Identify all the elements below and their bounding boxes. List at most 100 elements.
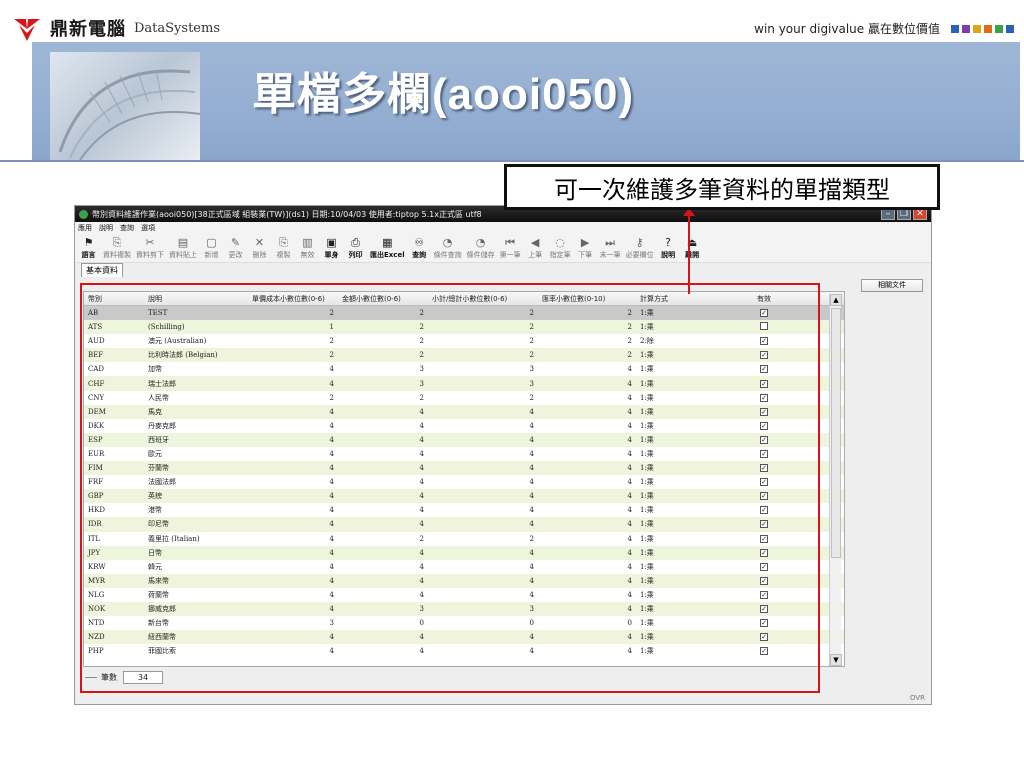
page-title: 單檔多欄(aooi050) xyxy=(252,70,635,119)
toolbar-label: 資料剪下 xyxy=(136,251,164,259)
toolbar-label: 無效 xyxy=(300,251,315,259)
toolbar-label: 必要欄位 xyxy=(625,251,654,259)
binoculars-icon: ♾ xyxy=(414,236,425,249)
delete-icon: ✕ xyxy=(254,236,265,249)
toolbar-label: 指定筆 xyxy=(549,251,571,259)
toolbar-label: 資料貼上 xyxy=(169,251,197,259)
toolbar-button-copy[interactable]: ⎘ 資料複製 xyxy=(103,235,131,260)
toolbar-label: 末一筆 xyxy=(599,251,621,259)
toolbar-label: 新增 xyxy=(204,251,219,259)
condition-save-icon: ◔ xyxy=(475,236,486,249)
toolbar-button-new[interactable]: ▢ 新增 xyxy=(202,235,221,260)
toolbar-button-help[interactable]: ? 說明 xyxy=(659,235,678,260)
app-icon xyxy=(79,209,88,219)
toolbar-button-goto[interactable]: ◌ 指定筆 xyxy=(550,235,571,260)
toolbar-label: 複製 xyxy=(276,251,291,259)
toolbar-label: 上筆 xyxy=(528,251,543,259)
print-icon: ⎙ xyxy=(351,236,360,249)
duplicate-icon: ⎘ xyxy=(279,236,288,249)
related-docs-button[interactable]: 相關文件 xyxy=(861,279,923,292)
slogan-square xyxy=(962,24,970,33)
ovr-indicator: OVR xyxy=(909,694,925,702)
excel-icon: ▦ xyxy=(382,236,393,249)
toolbar-label: 資料複製 xyxy=(103,251,131,259)
toolbar-button-key[interactable]: ⚷ 必要欄位 xyxy=(626,235,654,260)
menu-item[interactable]: 查詢 xyxy=(120,223,134,233)
toolbar-button-print[interactable]: ⎙ 列印 xyxy=(346,235,365,260)
slogan-text: win your digivalue 贏在數位價值 xyxy=(754,22,940,36)
slogan-square xyxy=(973,24,981,33)
toolbar-label: 列印 xyxy=(348,251,363,259)
tab-strip: 基本資料 xyxy=(75,263,931,277)
menu-item[interactable]: 說明 xyxy=(99,223,113,233)
condition-query-icon: ◔ xyxy=(442,236,453,249)
edit-icon: ✎ xyxy=(230,236,241,249)
toolbar-button-flag[interactable]: ⚑ 語言 xyxy=(79,235,98,260)
toolbar-button-duplicate[interactable]: ⎘ 複製 xyxy=(274,235,293,260)
slogan-squares xyxy=(948,24,1014,33)
toolbar-label: 匯出Excel xyxy=(370,251,405,259)
scroll-thumb[interactable] xyxy=(831,308,841,558)
toolbar-button-prev[interactable]: ◀ 上筆 xyxy=(526,235,545,260)
goto-icon: ◌ xyxy=(555,236,565,249)
brand-cn: 鼎新電腦 xyxy=(50,19,126,40)
toolbar-button-exit[interactable]: ⏏ 離開 xyxy=(683,235,702,260)
toolbar-label: 單身 xyxy=(324,251,339,259)
menu-item[interactable]: 應用 xyxy=(78,223,92,233)
menu-item[interactable]: 選項 xyxy=(141,223,155,233)
toolbar: ⚑ 語言 ⎘ 資料複製 ✂ 資料剪下 ▤ 資料貼上 ▢ 新增 ✎ 更改 ✕ 刪除 ⎘ 複製 ▥ 無效 ▣ 單身 ⎙ 列印 ▦… xyxy=(75,233,931,263)
toolbar-button-condition-save[interactable]: ◔ 條件儲存 xyxy=(467,235,495,260)
slogan-square xyxy=(995,24,1003,33)
highlight-frame xyxy=(80,283,820,693)
toolbar-button-edit[interactable]: ✎ 更改 xyxy=(226,235,245,260)
scissors-icon: ✂ xyxy=(145,236,155,249)
key-icon: ⚷ xyxy=(635,236,644,249)
toolbar-label: 刪除 xyxy=(252,251,267,259)
toolbar-label: 語言 xyxy=(81,251,96,259)
slogan-square xyxy=(984,24,992,33)
window-title: 幣別資料維護作業(aooi050)[38正式區域 組裝業(TW)](ds1) 日… xyxy=(92,209,482,219)
toolbar-button-scissors[interactable]: ✂ 資料剪下 xyxy=(136,235,164,260)
toolbar-button-void[interactable]: ▥ 無效 xyxy=(298,235,317,260)
toolbar-button-delete[interactable]: ✕ 刪除 xyxy=(250,235,269,260)
staircase-photo xyxy=(50,52,200,160)
next-icon: ▶ xyxy=(580,236,590,249)
tab-basic-data[interactable]: 基本資料 xyxy=(81,263,123,277)
last-icon: ⏭ xyxy=(605,236,616,249)
toolbar-label: 第一筆 xyxy=(499,251,521,259)
menu-bar: 應用 說明 查詢 選項 xyxy=(75,222,931,233)
copy-icon: ⎘ xyxy=(112,236,122,249)
scroll-down-icon[interactable]: ▼ xyxy=(830,654,842,666)
help-icon: ? xyxy=(665,236,672,249)
brand-logo: 鼎新電腦 DataSystems xyxy=(12,10,220,46)
toolbar-label: 查詢 xyxy=(412,251,427,259)
brand-en: DataSystems xyxy=(134,20,220,36)
void-icon: ▥ xyxy=(302,236,313,249)
slogan-square xyxy=(1006,24,1014,33)
prev-icon: ◀ xyxy=(530,236,540,249)
toolbar-button-binoculars[interactable]: ♾ 查詢 xyxy=(410,235,429,260)
toolbar-button-paste[interactable]: ▤ 資料貼上 xyxy=(169,235,197,260)
toolbar-button-condition-query[interactable]: ◔ 條件查詢 xyxy=(434,235,462,260)
vertical-scrollbar[interactable]: ▲ ▼ xyxy=(829,294,842,666)
toolbar-label: 條件儲存 xyxy=(466,251,495,259)
paste-icon: ▤ xyxy=(177,236,189,249)
slide: 鼎新電腦 DataSystems win your digivalue 贏在數位… xyxy=(0,0,1024,768)
toolbar-label: 下筆 xyxy=(578,251,593,259)
toolbar-button-first[interactable]: ⏮ 第一筆 xyxy=(500,235,521,260)
callout-box: 可一次維護多筆資料的單擋類型 xyxy=(504,164,940,210)
callout-arrow xyxy=(683,208,695,294)
slogan: win your digivalue 贏在數位價值 xyxy=(754,20,1014,37)
new-icon: ▢ xyxy=(206,236,217,249)
form-icon: ▣ xyxy=(326,236,337,249)
toolbar-button-excel[interactable]: ▦ 匯出Excel xyxy=(370,235,405,260)
slogan-square xyxy=(951,24,959,33)
toolbar-button-form[interactable]: ▣ 單身 xyxy=(322,235,341,260)
toolbar-label: 說明 xyxy=(661,251,676,259)
banner-divider xyxy=(0,160,1024,162)
scroll-up-icon[interactable]: ▲ xyxy=(830,294,842,306)
toolbar-label: 條件查詢 xyxy=(433,251,462,259)
brand-mark-icon xyxy=(12,13,42,43)
toolbar-button-next[interactable]: ▶ 下筆 xyxy=(576,235,595,260)
toolbar-button-last[interactable]: ⏭ 末一筆 xyxy=(600,235,621,260)
